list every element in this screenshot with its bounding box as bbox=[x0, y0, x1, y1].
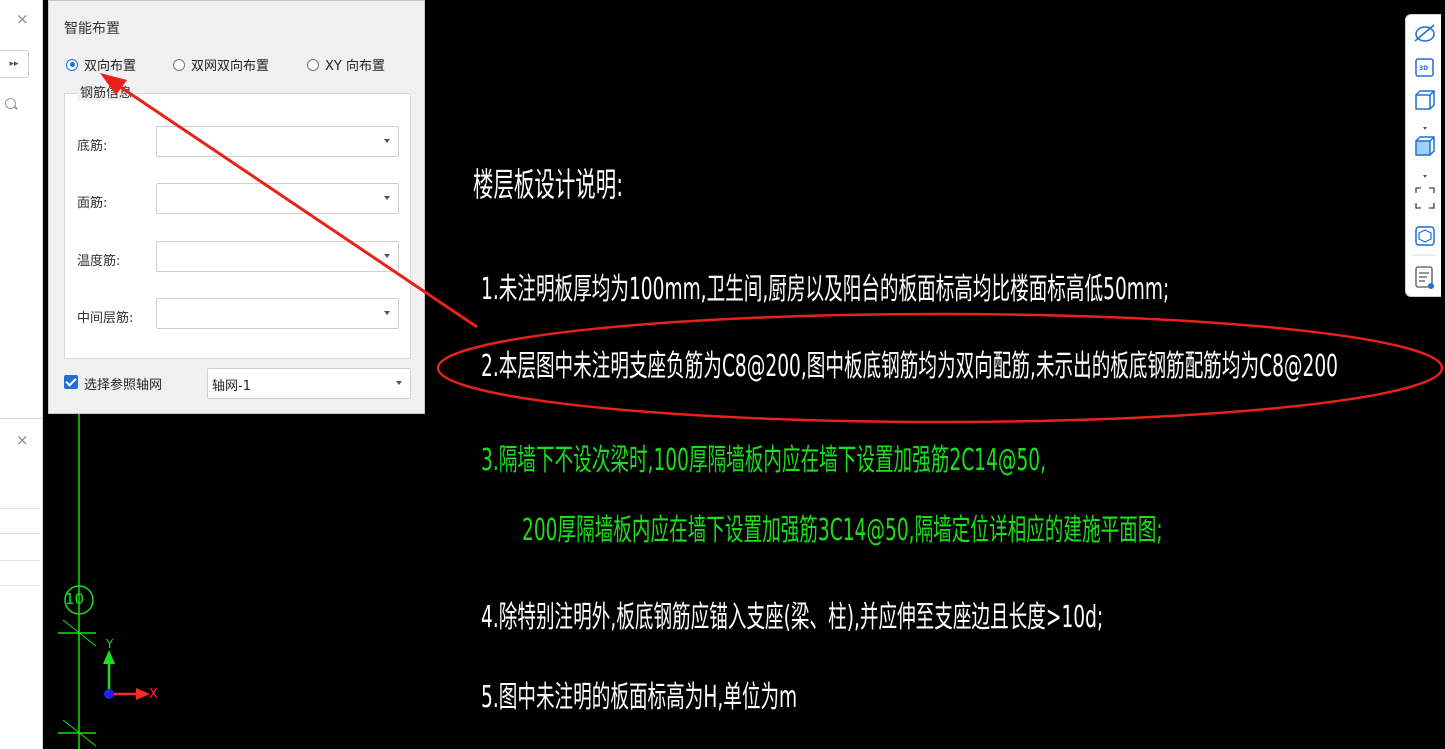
chevron-down-icon bbox=[384, 254, 390, 258]
chevron-down-icon bbox=[384, 139, 390, 143]
note-4: 4.除特别注明外,板底钢筋应锚入支座(梁、柱),并应伸至支座边且长度>10d; bbox=[481, 600, 1104, 635]
radio-label: 双向布置 bbox=[84, 59, 137, 74]
pane-divider bbox=[0, 418, 42, 419]
ucs-x-label: X bbox=[149, 687, 158, 702]
chevron-down-icon bbox=[396, 381, 402, 385]
ucs-y-arrow bbox=[103, 650, 115, 664]
box-view-icon[interactable] bbox=[1415, 90, 1435, 110]
chevron-down-icon bbox=[384, 311, 390, 315]
expand-button[interactable]: ▸▸ bbox=[0, 50, 29, 78]
note-3a: 3.隔墙下不设次梁时,100厚隔墙板内应在墙下设置加强筋2C14@50, bbox=[481, 443, 1047, 478]
note-5: 5.图中未注明的板面标高为H,单位为m bbox=[481, 680, 798, 715]
grid-select[interactable]: 轴网-1 bbox=[207, 368, 411, 399]
note-3b: 200厚隔墙板内应在墙下设置加强筋3C14@50,隔墙定位详相应的建施平面图; bbox=[522, 513, 1163, 548]
group-title: 钢筋信息 bbox=[77, 82, 136, 101]
bottom-rebar-select[interactable] bbox=[156, 126, 399, 157]
properties-icon[interactable] bbox=[1415, 266, 1434, 289]
3d-badge: 3D bbox=[1419, 65, 1429, 72]
top-rebar-select[interactable] bbox=[156, 183, 399, 214]
middle-rebar-select[interactable] bbox=[156, 298, 399, 329]
list-item[interactable] bbox=[0, 508, 40, 534]
note-2: 2.本层图中未注明支座负筋为C8@200,图中板底钢筋均为双向配筋,未示出的板底… bbox=[481, 349, 1339, 384]
orbit-icon[interactable] bbox=[1414, 24, 1435, 42]
shaded-box-icon[interactable] bbox=[1415, 136, 1435, 156]
reference-grid-checkbox[interactable] bbox=[64, 375, 78, 389]
top-rebar-label: 面筋: bbox=[77, 196, 108, 211]
radio-dot-icon[interactable] bbox=[66, 58, 78, 71]
search-icon[interactable] bbox=[5, 98, 16, 109]
radio-bidirectional[interactable]: 双向布置 bbox=[66, 55, 136, 74]
panel-title: 智能布置 bbox=[64, 21, 120, 37]
note-1: 1.未注明板厚均为100mm,卫生间,厨房以及阳台的板面标高均比楼面标高低50m… bbox=[481, 272, 1170, 307]
reference-grid-label[interactable]: 选择参照轴网 bbox=[84, 374, 162, 393]
chevron-down-icon bbox=[384, 196, 390, 200]
list-item[interactable] bbox=[0, 560, 40, 586]
drawing-title: 楼层板设计说明: bbox=[473, 165, 624, 204]
temperature-rebar-select[interactable] bbox=[156, 241, 399, 272]
middle-rebar-label: 中间层筋: bbox=[77, 311, 134, 326]
close-icon[interactable]: × bbox=[16, 12, 29, 27]
chevron-down-icon[interactable] bbox=[1423, 175, 1427, 178]
ucs-origin bbox=[104, 689, 114, 699]
radio-label: 双网双向布置 bbox=[191, 59, 270, 74]
ucs-y-label: Y bbox=[106, 637, 114, 651]
view-toolbar: 3D bbox=[1405, 14, 1441, 297]
radio-label: XY 向布置 bbox=[325, 59, 385, 74]
left-side-pane: × ▸▸ × bbox=[0, 0, 43, 749]
rebar-info-group: 钢筋信息 底筋: 面筋: 温度筋: 中间层筋: bbox=[64, 82, 411, 359]
bottom-rebar-label: 底筋: bbox=[77, 139, 108, 154]
toolbar-icons bbox=[1412, 24, 1436, 289]
close-icon-2[interactable]: × bbox=[16, 433, 29, 448]
fit-window-icon[interactable] bbox=[1415, 187, 1435, 209]
model-cube-icon[interactable] bbox=[1415, 226, 1435, 246]
smart-placement-panel: 智能布置 双向布置 双网双向布置 XY 向布置 钢筋信息 底筋: 面筋: 温度筋… bbox=[48, 0, 425, 414]
radio-dot-icon[interactable] bbox=[307, 58, 319, 71]
axis-number: 10 bbox=[65, 590, 85, 608]
radio-xy[interactable]: XY 向布置 bbox=[307, 55, 385, 74]
radio-double-net[interactable]: 双网双向布置 bbox=[173, 55, 269, 74]
temperature-rebar-label: 温度筋: bbox=[77, 254, 121, 269]
ucs-x-arrow bbox=[136, 688, 150, 700]
radio-dot-icon[interactable] bbox=[173, 58, 185, 71]
chevron-down-icon[interactable] bbox=[1423, 127, 1427, 130]
